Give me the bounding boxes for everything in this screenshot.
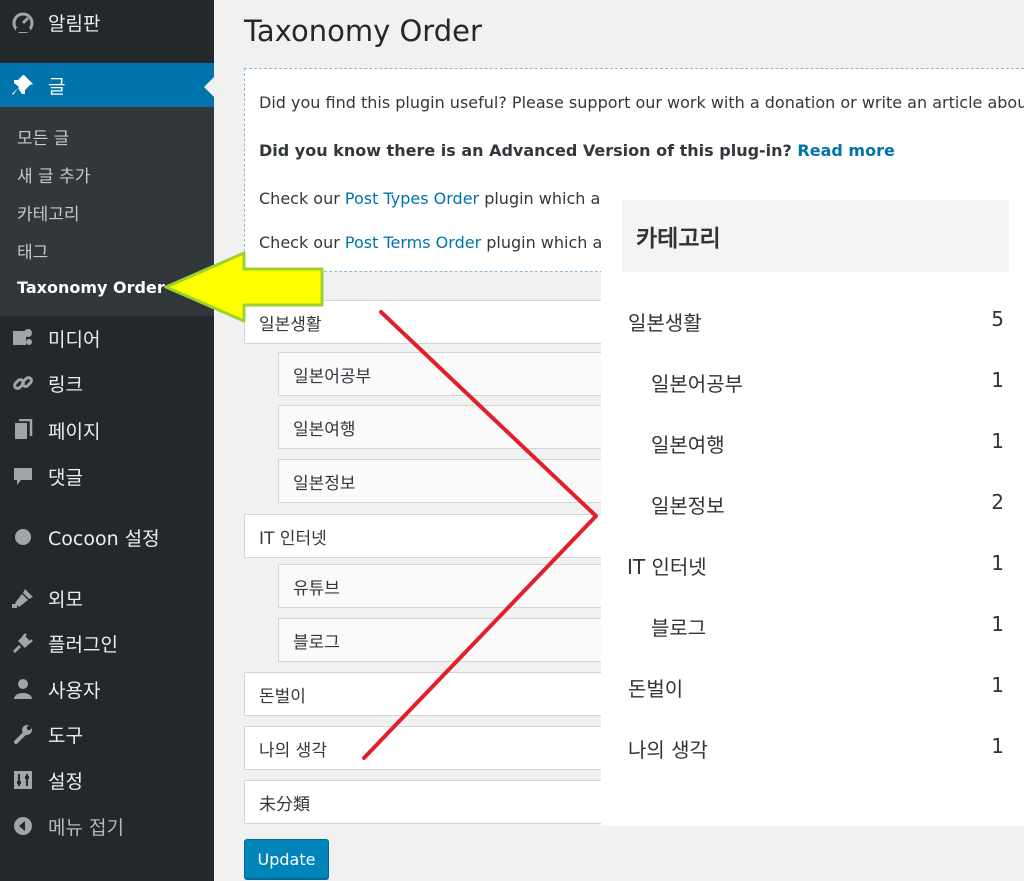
menu-label: 링크 [48,373,83,396]
page-title: Taxonomy Order [244,14,482,48]
term-row-child[interactable]: 유튜브 [278,564,624,608]
category-count: 5 [991,307,1004,331]
menu-posts[interactable]: 글 [0,63,214,107]
menu-plugins[interactable]: 플러그인 [0,623,214,663]
menu-dashboard[interactable]: 알림판 [0,2,214,42]
menu-settings[interactable]: 설정 [0,760,214,800]
term-row-child[interactable]: 일본정보 [278,459,624,503]
term-row[interactable]: 일본생활 [244,300,624,344]
notice-suffix: plugin which allo [484,189,619,208]
menu-users[interactable]: 사용자 [0,669,214,709]
menu-pages[interactable]: 페이지 [0,410,214,450]
submenu-add-new[interactable]: 새 글 추가 [17,162,90,187]
notice-advanced-text: Did you know there is an Advanced Versio… [259,141,792,160]
term-label: 나의 생각 [259,740,327,761]
user-icon [10,676,36,702]
category-link[interactable]: 일본생활 [628,307,702,336]
term-row-child[interactable]: 일본어공부 [278,352,624,396]
menu-media[interactable]: 미디어 [0,318,214,358]
submenu-tags[interactable]: 태그 [17,238,48,263]
post-terms-order-link[interactable]: Post Terms Order [345,233,481,252]
menu-label: 댓글 [48,466,83,489]
dashboard-icon [10,9,36,35]
menu-cocoon-settings[interactable]: Cocoon 설정 [0,517,214,557]
menu-tools[interactable]: 도구 [0,714,214,754]
category-link[interactable]: 일본여행 [651,429,725,458]
term-label: 블로그 [293,632,340,653]
term-row[interactable]: 나의 생각 [244,726,624,770]
pages-icon [10,417,36,443]
category-link[interactable]: 일본정보 [651,490,725,519]
pushpin-icon [10,72,36,98]
term-row[interactable]: 돈벌이 [244,672,624,716]
notice-prefix: Check our [259,233,340,252]
submenu-taxonomy-order[interactable]: Taxonomy Order [17,278,165,297]
term-label: 돈벌이 [259,686,306,707]
posts-submenu: 모든 글 새 글 추가 카테고리 태그 Taxonomy Order [0,107,214,316]
term-row-child[interactable]: 블로그 [278,618,624,662]
menu-links[interactable]: 링크 [0,363,214,403]
menu-label: 알림판 [48,12,101,35]
menu-label: 설정 [48,770,83,793]
plug-icon [10,630,36,656]
term-label: 未分類 [259,794,310,815]
menu-comments[interactable]: 댓글 [0,456,214,496]
category-widget-title: 카테고리 [622,200,1009,272]
media-icon [10,325,36,351]
term-label: 일본여행 [293,419,356,440]
menu-label: 외모 [48,588,83,611]
submenu-all-posts[interactable]: 모든 글 [17,124,69,149]
sliders-icon [10,767,36,793]
category-count: 1 [991,673,1004,697]
category-count: 1 [991,612,1004,636]
category-link[interactable]: 일본어공부 [651,368,743,397]
comment-icon [10,463,36,489]
menu-label: 도구 [48,724,83,747]
category-count: 1 [991,429,1004,453]
category-count: 1 [991,551,1004,575]
category-link[interactable]: 블로그 [651,612,706,641]
menu-appearance[interactable]: 외모 [0,578,214,618]
brush-icon [10,585,36,611]
update-button[interactable]: Update [244,839,329,879]
category-count: 2 [991,490,1004,514]
current-indicator [204,77,214,97]
category-link[interactable]: IT 인터넷 [627,551,707,580]
notice-donation-text: Did you find this plugin useful? Please … [259,93,1024,112]
menu-label: 메뉴 접기 [48,816,124,839]
term-label: 일본정보 [293,473,356,494]
category-link[interactable]: 돈벌이 [628,673,683,702]
menu-label: 페이지 [48,420,101,443]
post-types-order-link[interactable]: Post Types Order [345,189,479,208]
collapse-icon [10,813,36,839]
category-widget: 카테고리 일본생활 5 일본어공부 1 일본여행 1 일본정보 2 IT 인터넷… [601,186,1024,826]
term-label: 일본생활 [259,314,322,335]
category-link[interactable]: 나의 생각 [628,734,708,763]
menu-collapse[interactable]: 메뉴 접기 [0,806,214,846]
term-row-child[interactable]: 일본여행 [278,405,624,449]
category-count: 1 [991,368,1004,392]
submenu-categories[interactable]: 카테고리 [17,200,80,225]
notice-post-types-order: Check our Post Types Order plugin which … [259,189,619,208]
menu-label: 글 [48,75,66,98]
term-row[interactable]: IT 인터넷 [244,514,624,558]
menu-label: Cocoon 설정 [48,527,160,550]
term-label: 유튜브 [293,578,340,599]
menu-label: 플러그인 [48,633,118,656]
notice-post-terms-order: Check our Post Terms Order plugin which … [259,233,621,252]
circle-icon [10,524,36,550]
read-more-link[interactable]: Read more [797,141,894,160]
link-icon [10,370,36,396]
notice-advanced-version: Did you know there is an Advanced Versio… [259,141,895,160]
menu-label: 미디어 [48,328,101,351]
menu-label: 사용자 [48,679,101,702]
term-label: 일본어공부 [293,366,372,387]
wrench-icon [10,721,36,747]
category-count: 1 [991,734,1004,758]
notice-prefix: Check our [259,189,340,208]
admin-sidebar: 알림판 글 모든 글 새 글 추가 카테고리 태그 Taxonomy Order… [0,0,214,881]
term-label: IT 인터넷 [259,528,327,549]
